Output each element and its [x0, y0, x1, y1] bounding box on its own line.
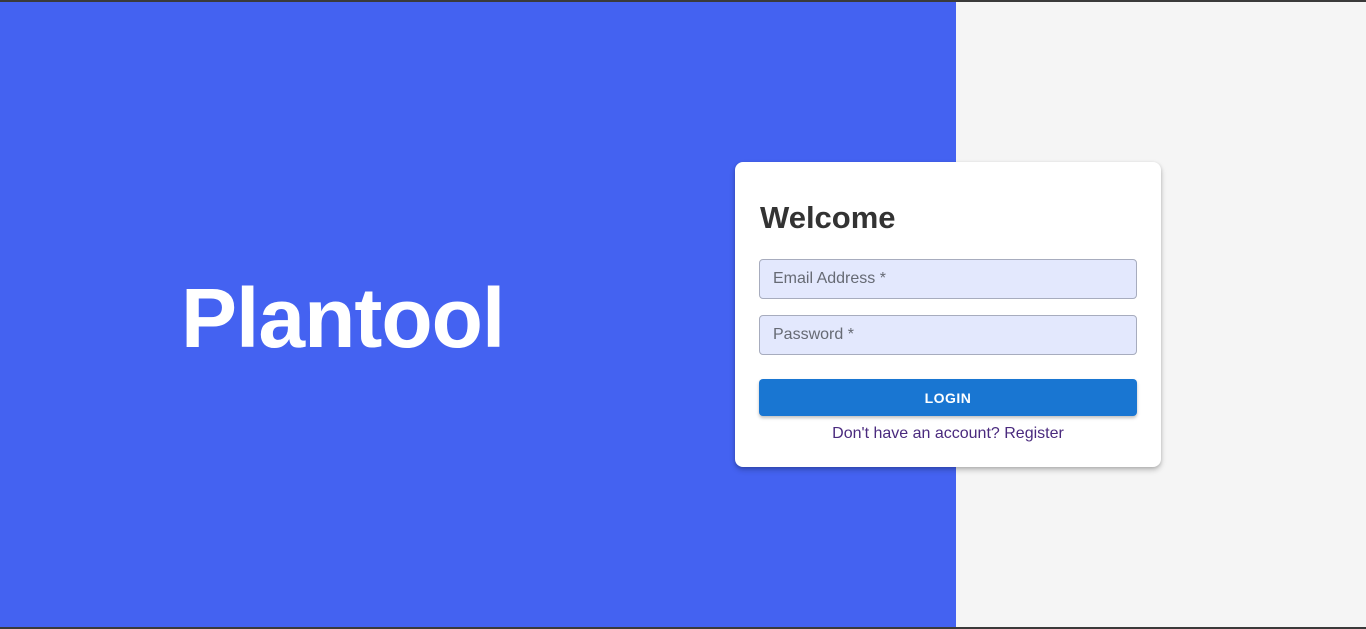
password-field [759, 315, 1137, 355]
login-page: Plantool Welcome LOGIN Don't have an acc… [0, 0, 1366, 629]
welcome-heading: Welcome [760, 200, 896, 235]
register-link[interactable]: Don't have an account? Register [735, 424, 1161, 444]
email-field [759, 259, 1137, 299]
login-card: Welcome LOGIN Don't have an account? Reg… [735, 162, 1161, 467]
brand-title: Plantool [181, 271, 505, 365]
login-button[interactable]: LOGIN [759, 379, 1137, 416]
password-input[interactable] [760, 316, 1136, 354]
email-input[interactable] [760, 260, 1136, 298]
